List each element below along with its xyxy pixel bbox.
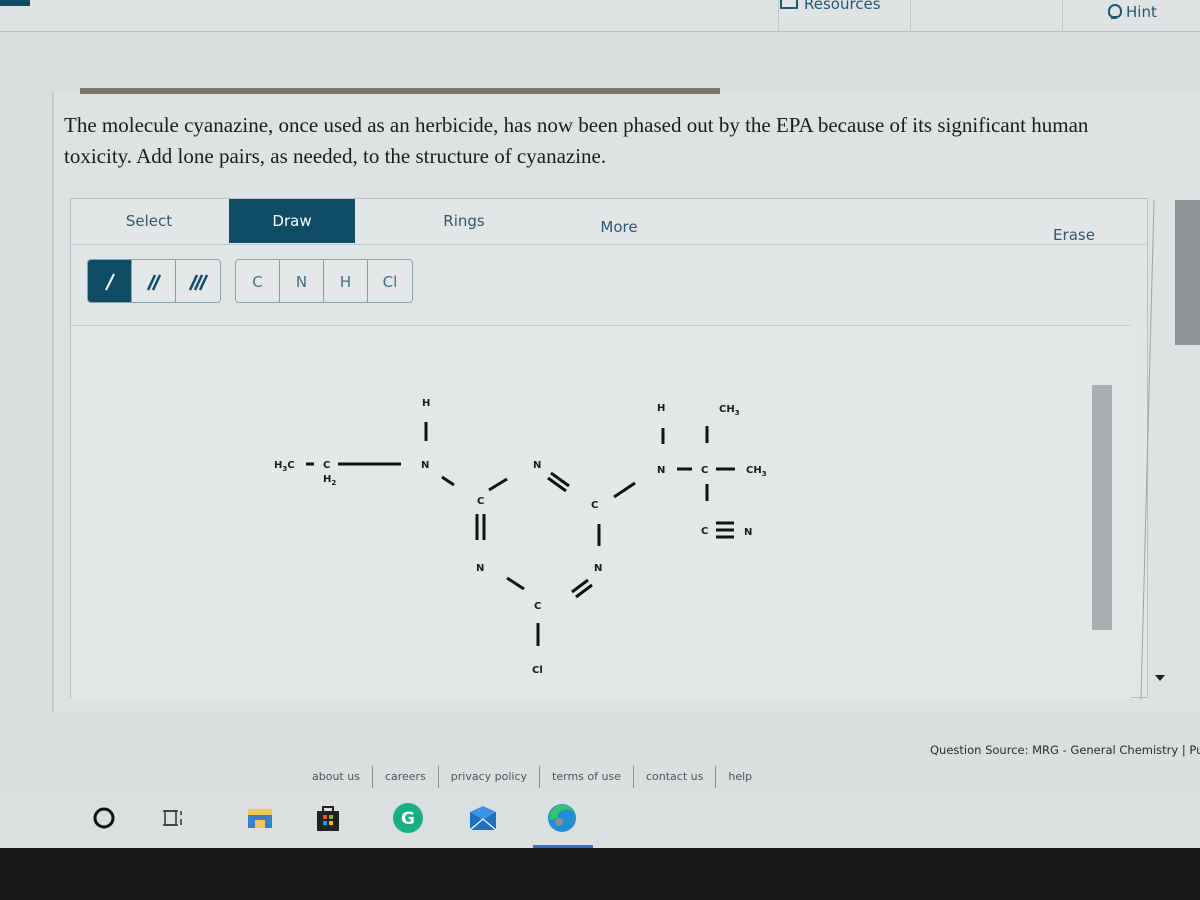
- resources-button[interactable]: Resources: [780, 0, 881, 16]
- toolbar-divider: [778, 0, 779, 32]
- scroll-down-arrow-icon[interactable]: [1155, 675, 1165, 681]
- resources-icon: [780, 0, 798, 9]
- atom-nh-right-h[interactable]: H: [657, 403, 665, 414]
- question-source: Question Source: MRG - General Chemistry…: [930, 743, 1200, 757]
- triple-bond-tool[interactable]: [176, 260, 220, 302]
- question-text: The molecule cyanazine, once used as an …: [64, 113, 1089, 168]
- footer-link-privacy-policy[interactable]: privacy policy: [439, 766, 541, 788]
- atom-tool-h[interactable]: H: [324, 260, 368, 302]
- resources-label: Resources: [804, 0, 881, 13]
- tab-rings[interactable]: Rings: [416, 199, 512, 243]
- double-bond-icon: [146, 274, 161, 291]
- atom-ch3-right[interactable]: CH3: [746, 465, 767, 478]
- page-scrollbar[interactable]: [1175, 200, 1200, 345]
- atom-nitrile-c[interactable]: C: [701, 526, 708, 537]
- footer-links: about us careers privacy policy terms of…: [300, 766, 764, 788]
- atom-ch2-h: H2: [323, 474, 336, 487]
- tab-select[interactable]: Select: [101, 199, 197, 243]
- hint-label: Hint: [1126, 3, 1157, 21]
- double-bond-tool[interactable]: [132, 260, 176, 302]
- atom-quat-c[interactable]: C: [701, 465, 708, 476]
- question-header-bar: [80, 88, 720, 94]
- atom-ring-c-left[interactable]: C: [477, 496, 484, 507]
- atom-h3c[interactable]: H3C: [274, 460, 295, 473]
- footer-link-contact-us[interactable]: contact us: [634, 766, 717, 788]
- atom-tool-cl[interactable]: Cl: [368, 260, 412, 302]
- atom-ring-c-right[interactable]: C: [591, 500, 598, 511]
- store-icon[interactable]: [310, 800, 346, 836]
- atom-nh-right-n[interactable]: N: [657, 465, 665, 476]
- triple-bond-icon: [188, 274, 209, 291]
- tab-draw[interactable]: Draw: [229, 199, 355, 243]
- atom-nh-left-h[interactable]: H: [422, 398, 430, 409]
- footer-link-help[interactable]: help: [716, 766, 764, 788]
- atom-ch2-c[interactable]: C: [323, 460, 330, 471]
- bond-tool-group: [87, 259, 221, 303]
- atom-tool-n[interactable]: N: [280, 260, 324, 302]
- edge-icon[interactable]: [544, 800, 580, 836]
- hint-button[interactable]: Hint: [1108, 0, 1157, 24]
- single-bond-icon: [104, 273, 115, 291]
- editor-scrollbar[interactable]: [1092, 385, 1112, 630]
- draw-toolbar: C N H Cl: [87, 259, 413, 307]
- footer-link-careers[interactable]: careers: [373, 766, 439, 788]
- atom-nitrile-n[interactable]: N: [744, 527, 752, 538]
- bond-n-ringc-left[interactable]: [441, 475, 455, 487]
- bond-ringc-right-nh[interactable]: [613, 481, 636, 499]
- atom-nh-left-n[interactable]: N: [421, 460, 429, 471]
- screen-bezel: [0, 848, 1200, 900]
- atom-tool-c[interactable]: C: [236, 260, 280, 302]
- top-toolbar: Resources Hint: [0, 0, 1200, 32]
- file-explorer-icon[interactable]: [242, 800, 278, 836]
- toolbar-divider: [1062, 0, 1063, 32]
- atom-ring-n-left[interactable]: N: [476, 563, 484, 574]
- taskbar: G: [0, 790, 1200, 848]
- grammarly-icon[interactable]: G: [390, 800, 426, 836]
- task-view-icon[interactable]: [155, 800, 191, 836]
- atom-ring-n-right[interactable]: N: [594, 563, 602, 574]
- top-left-tab[interactable]: [0, 0, 30, 6]
- atom-ch3-top[interactable]: CH3: [719, 404, 740, 417]
- atom-cl[interactable]: Cl: [532, 665, 543, 676]
- lightbulb-icon: [1108, 4, 1122, 20]
- footer-link-terms-of-use[interactable]: terms of use: [540, 766, 634, 788]
- editor-tabs: Select Draw Rings More Erase: [71, 199, 1147, 245]
- single-bond-tool[interactable]: [88, 260, 132, 302]
- atom-ring-n-top[interactable]: N: [533, 460, 541, 471]
- footer-link-about-us[interactable]: about us: [300, 766, 373, 788]
- bond-ringc-ringn-top[interactable]: [488, 477, 508, 492]
- atom-ring-c-bottom[interactable]: C: [534, 601, 541, 612]
- tab-more[interactable]: More: [571, 205, 667, 249]
- structure-editor: Select Draw Rings More Erase C N H Cl H3…: [70, 198, 1148, 699]
- tab-erase[interactable]: Erase: [1026, 213, 1122, 257]
- svg-text:G: G: [401, 809, 415, 829]
- bond-ringn-top-ringc-right-a[interactable]: [550, 471, 570, 488]
- mail-icon[interactable]: [465, 800, 501, 836]
- drawing-canvas[interactable]: H3C C H2 H N C N C N C N Cl H N C CH3 CH…: [71, 325, 1131, 699]
- toolbar-divider: [910, 0, 911, 32]
- cyanazine-structure: H3C C H2 H N C N C N C N Cl H N C CH3 CH…: [274, 398, 767, 676]
- bond-ringn-top-ringc-right-b[interactable]: [547, 476, 567, 493]
- search-circle-icon[interactable]: [86, 800, 122, 836]
- bond-ringc-bottom-ringn-left[interactable]: [506, 576, 525, 591]
- atom-tool-group: C N H Cl: [235, 259, 413, 303]
